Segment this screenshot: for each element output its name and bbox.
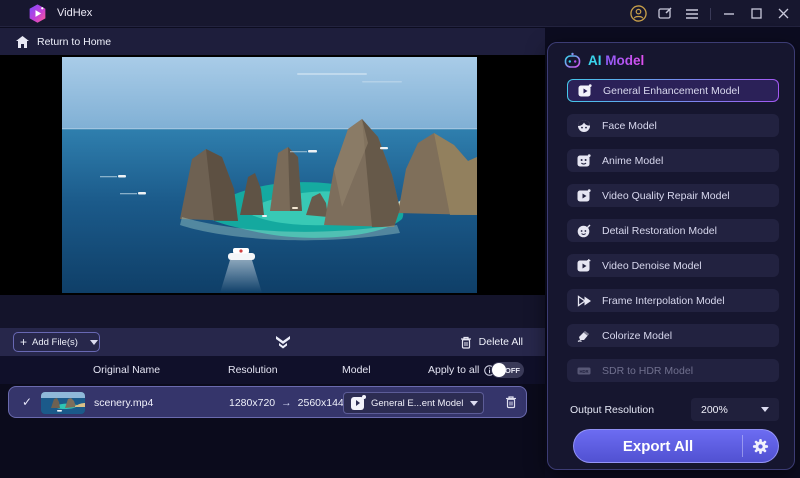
column-original-name: Original Name — [93, 364, 161, 376]
source-resolution: 1280x720 — [229, 397, 276, 409]
delete-all-button[interactable]: Delete All — [460, 332, 523, 352]
feedback-icon[interactable] — [656, 5, 674, 23]
file-toolbar: + Add File(s) Delete All — [0, 328, 545, 356]
sidebar-item-label: Anime Model — [602, 154, 664, 167]
return-home-label: Return to Home — [37, 35, 112, 48]
app-title: VidHex — [57, 7, 93, 19]
arrow-right-icon: → — [281, 397, 292, 409]
file-table-header: Original Name Resolution Model Apply to … — [0, 356, 545, 384]
output-resolution-dropdown[interactable]: 200% — [691, 398, 779, 421]
export-all-button[interactable]: Export All — [573, 429, 779, 463]
vidhex-window: VidHex Return to Home + Add File(s) Dele… — [0, 0, 800, 478]
plus-icon: + — [20, 335, 28, 349]
sidebar-item-label: Detail Restoration Model — [602, 224, 717, 237]
sidebar-item-colorize-model[interactable]: Colorize Model — [567, 324, 779, 347]
output-resolution-label: Output Resolution — [570, 404, 655, 416]
sidebar-item-detail-restoration-model[interactable]: Detail Restoration Model — [567, 219, 779, 242]
target-resolution: 2560x1440 — [297, 397, 350, 409]
play-plus-icon — [577, 258, 591, 273]
table-row[interactable]: ✓ scenery.mp4 1280x720 → 2560x1440 Gener… — [8, 386, 527, 418]
row-model-value: General E...ent Model — [371, 397, 464, 409]
sidebar-item-label: Face Model — [602, 119, 657, 132]
face-icon — [577, 119, 591, 133]
sidebar-item-general-enhancement-model[interactable]: General Enhancement Model — [567, 79, 779, 102]
video-preview[interactable] — [62, 57, 477, 293]
playback-bar: 00:00:00.00/00:00:15.00 Preview — [0, 295, 545, 328]
anime-face-icon — [577, 153, 591, 168]
window-controls-divider — [710, 7, 711, 20]
minimize-button[interactable] — [720, 5, 738, 23]
play-sparkle-icon — [351, 394, 366, 410]
file-resolution: 1280x720 → 2560x1440 — [229, 397, 350, 409]
palette-icon — [577, 329, 591, 343]
play-sparkle-icon — [578, 83, 592, 98]
file-name: scenery.mp4 — [94, 397, 154, 409]
hdr-badge-icon: HDR — [577, 364, 591, 378]
column-resolution: Resolution — [228, 364, 278, 376]
chevron-down-icon — [470, 400, 479, 406]
sidebar-item-face-model[interactable]: Face Model — [567, 114, 779, 137]
sidebar-item-label: Video Denoise Model — [602, 259, 702, 272]
row-selected-check-icon[interactable]: ✓ — [22, 395, 32, 409]
trash-icon — [460, 336, 471, 349]
titlebar: VidHex — [0, 0, 800, 27]
column-model: Model — [342, 364, 371, 376]
return-home-bar[interactable]: Return to Home — [0, 28, 545, 55]
sidebar-item-label: Video Quality Repair Model — [602, 189, 730, 202]
home-icon — [16, 35, 29, 48]
row-delete-button[interactable] — [505, 395, 517, 414]
sidebar-item-video-denoise-model[interactable]: Video Denoise Model — [567, 254, 779, 277]
ai-model-panel: AI Model General Enhancement Model Face … — [547, 42, 795, 470]
menu-icon[interactable] — [683, 5, 701, 23]
maximize-button[interactable] — [747, 5, 765, 23]
panel-title: AI Model — [588, 52, 645, 68]
add-files-label: Add File(s) — [32, 336, 78, 348]
row-model-dropdown[interactable]: General E...ent Model — [343, 392, 484, 414]
video-thumbnail — [41, 392, 85, 414]
sidebar-item-label: General Enhancement Model — [603, 84, 740, 97]
delete-all-label: Delete All — [478, 336, 523, 348]
sidebar-item-label: SDR to HDR Model — [602, 364, 694, 377]
chevron-down-icon — [89, 339, 98, 345]
sidebar-item-label: Frame Interpolation Model — [602, 294, 725, 307]
output-resolution-value: 200% — [701, 403, 728, 416]
svg-text:HDR: HDR — [579, 369, 588, 374]
chevron-down-icon — [761, 407, 769, 412]
sidebar-item-label: Colorize Model — [602, 329, 673, 342]
gear-icon — [752, 438, 769, 454]
toggle-knob — [492, 363, 506, 377]
ai-model-header: AI Model — [564, 52, 644, 68]
export-settings-button[interactable] — [743, 438, 778, 455]
detail-face-icon — [577, 224, 591, 238]
add-files-button[interactable]: + Add File(s) — [13, 332, 100, 352]
close-button[interactable] — [774, 5, 792, 23]
robot-icon — [564, 52, 581, 68]
toggle-state-label: OFF — [505, 366, 520, 375]
account-icon[interactable] — [629, 5, 647, 23]
sidebar-item-anime-model[interactable]: Anime Model — [567, 149, 779, 172]
video-stage — [0, 55, 545, 295]
app-logo-icon — [27, 3, 48, 24]
apply-to-all-label: Apply to all — [428, 364, 480, 376]
sidebar-item-frame-interpolation-model[interactable]: Frame Interpolation Model — [567, 289, 779, 312]
double-play-icon — [577, 294, 591, 308]
apply-to-all-toggle[interactable]: OFF — [491, 362, 524, 378]
play-sparkle-icon — [577, 188, 591, 203]
sidebar-item-video-quality-repair-model[interactable]: Video Quality Repair Model — [567, 184, 779, 207]
file-table-body: ✓ scenery.mp4 1280x720 → 2560x1440 Gener… — [0, 384, 545, 478]
sidebar-item-sdr-to-hdr-model[interactable]: HDR SDR to HDR Model — [567, 359, 779, 382]
export-all-label: Export All — [622, 437, 694, 455]
collapse-panel-button[interactable] — [274, 335, 292, 349]
